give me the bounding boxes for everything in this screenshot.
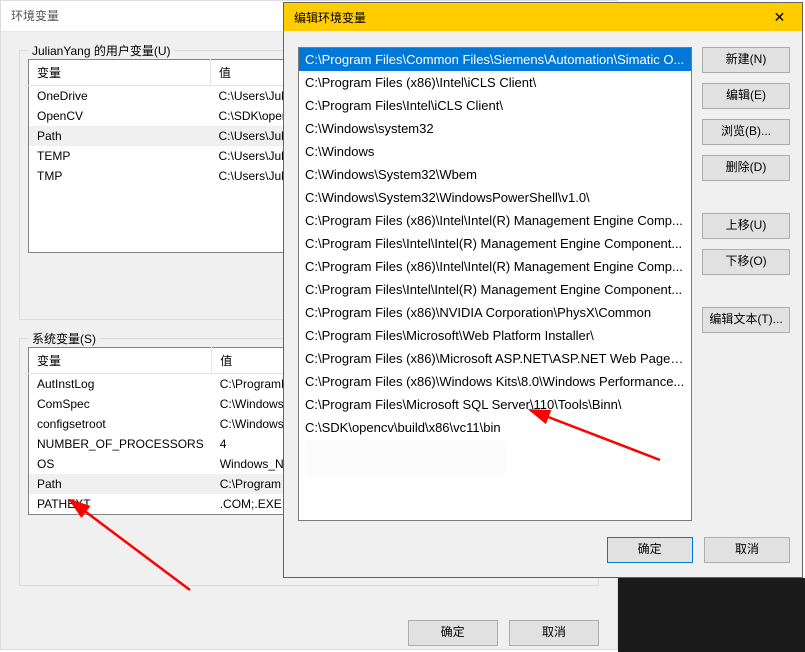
dialog-footer: 确定 取消 — [599, 537, 790, 563]
edit-text-button[interactable]: 编辑文本(T)... — [702, 307, 790, 333]
list-item[interactable]: C:\Program Files (x86)\Intel\Intel(R) Ma… — [299, 255, 691, 278]
background-strip — [618, 578, 805, 652]
system-vars-label: 系统变量(S) — [28, 330, 100, 347]
list-item[interactable]: C:\Windows — [299, 140, 691, 163]
move-up-button[interactable]: 上移(U) — [702, 213, 790, 239]
list-item[interactable]: C:\Program Files\Intel\Intel(R) Manageme… — [299, 278, 691, 301]
ok-button[interactable]: 确定 — [408, 620, 498, 646]
list-item[interactable]: C:\Program Files\Intel\iCLS Client\ — [299, 94, 691, 117]
close-icon[interactable]: ✕ — [757, 3, 802, 31]
path-listbox[interactable]: C:\Program Files\Common Files\Siemens\Au… — [298, 47, 692, 521]
list-item[interactable]: C:\Windows\System32\WindowsPowerShell\v1… — [299, 186, 691, 209]
edit-button[interactable]: 编辑(E) — [702, 83, 790, 109]
edit-titlebar[interactable]: 编辑环境变量 ✕ — [284, 3, 802, 31]
browse-button[interactable]: 浏览(B)... — [702, 119, 790, 145]
list-item[interactable]: C:\Program Files\Microsoft SQL Server\11… — [299, 393, 691, 416]
move-down-button[interactable]: 下移(O) — [702, 249, 790, 275]
list-item[interactable]: C:\Program Files (x86)\Microsoft ASP.NET… — [299, 347, 691, 370]
list-item[interactable]: C:\Program Files (x86)\NVIDIA Corporatio… — [299, 301, 691, 324]
delete-button[interactable]: 删除(D) — [702, 155, 790, 181]
col-var[interactable]: 变量 — [29, 348, 212, 374]
list-item[interactable]: C:\Program Files\Intel\Intel(R) Manageme… — [299, 232, 691, 255]
list-item[interactable]: C:\Program Files\Microsoft\Web Platform … — [299, 324, 691, 347]
side-buttons: 新建(N) 编辑(E) 浏览(B)... 删除(D) 上移(U) 下移(O) 编… — [702, 47, 790, 343]
list-item[interactable]: C:\Program Files (x86)\Windows Kits\8.0\… — [299, 370, 691, 393]
list-item[interactable]: C:\SDK\opencv\build\x86\vc11\bin — [299, 416, 691, 439]
list-item[interactable]: C:\Windows\System32\Wbem — [299, 163, 691, 186]
ok-button[interactable]: 确定 — [607, 537, 693, 563]
user-vars-label: JulianYang 的用户变量(U) — [28, 42, 174, 59]
edit-title: 编辑环境变量 — [294, 9, 366, 26]
redacted-area — [305, 441, 505, 477]
list-item[interactable]: C:\Windows\system32 — [299, 117, 691, 140]
new-button[interactable]: 新建(N) — [702, 47, 790, 73]
edit-env-var-dialog: 编辑环境变量 ✕ C:\Program Files\Common Files\S… — [283, 2, 803, 578]
cancel-button[interactable]: 取消 — [704, 537, 790, 563]
list-item[interactable]: C:\Program Files\Common Files\Siemens\Au… — [299, 48, 691, 71]
cancel-button[interactable]: 取消 — [509, 620, 599, 646]
list-item[interactable]: C:\Program Files (x86)\Intel\iCLS Client… — [299, 71, 691, 94]
list-item[interactable]: C:\Program Files (x86)\Intel\Intel(R) Ma… — [299, 209, 691, 232]
col-var[interactable]: 变量 — [29, 60, 211, 86]
